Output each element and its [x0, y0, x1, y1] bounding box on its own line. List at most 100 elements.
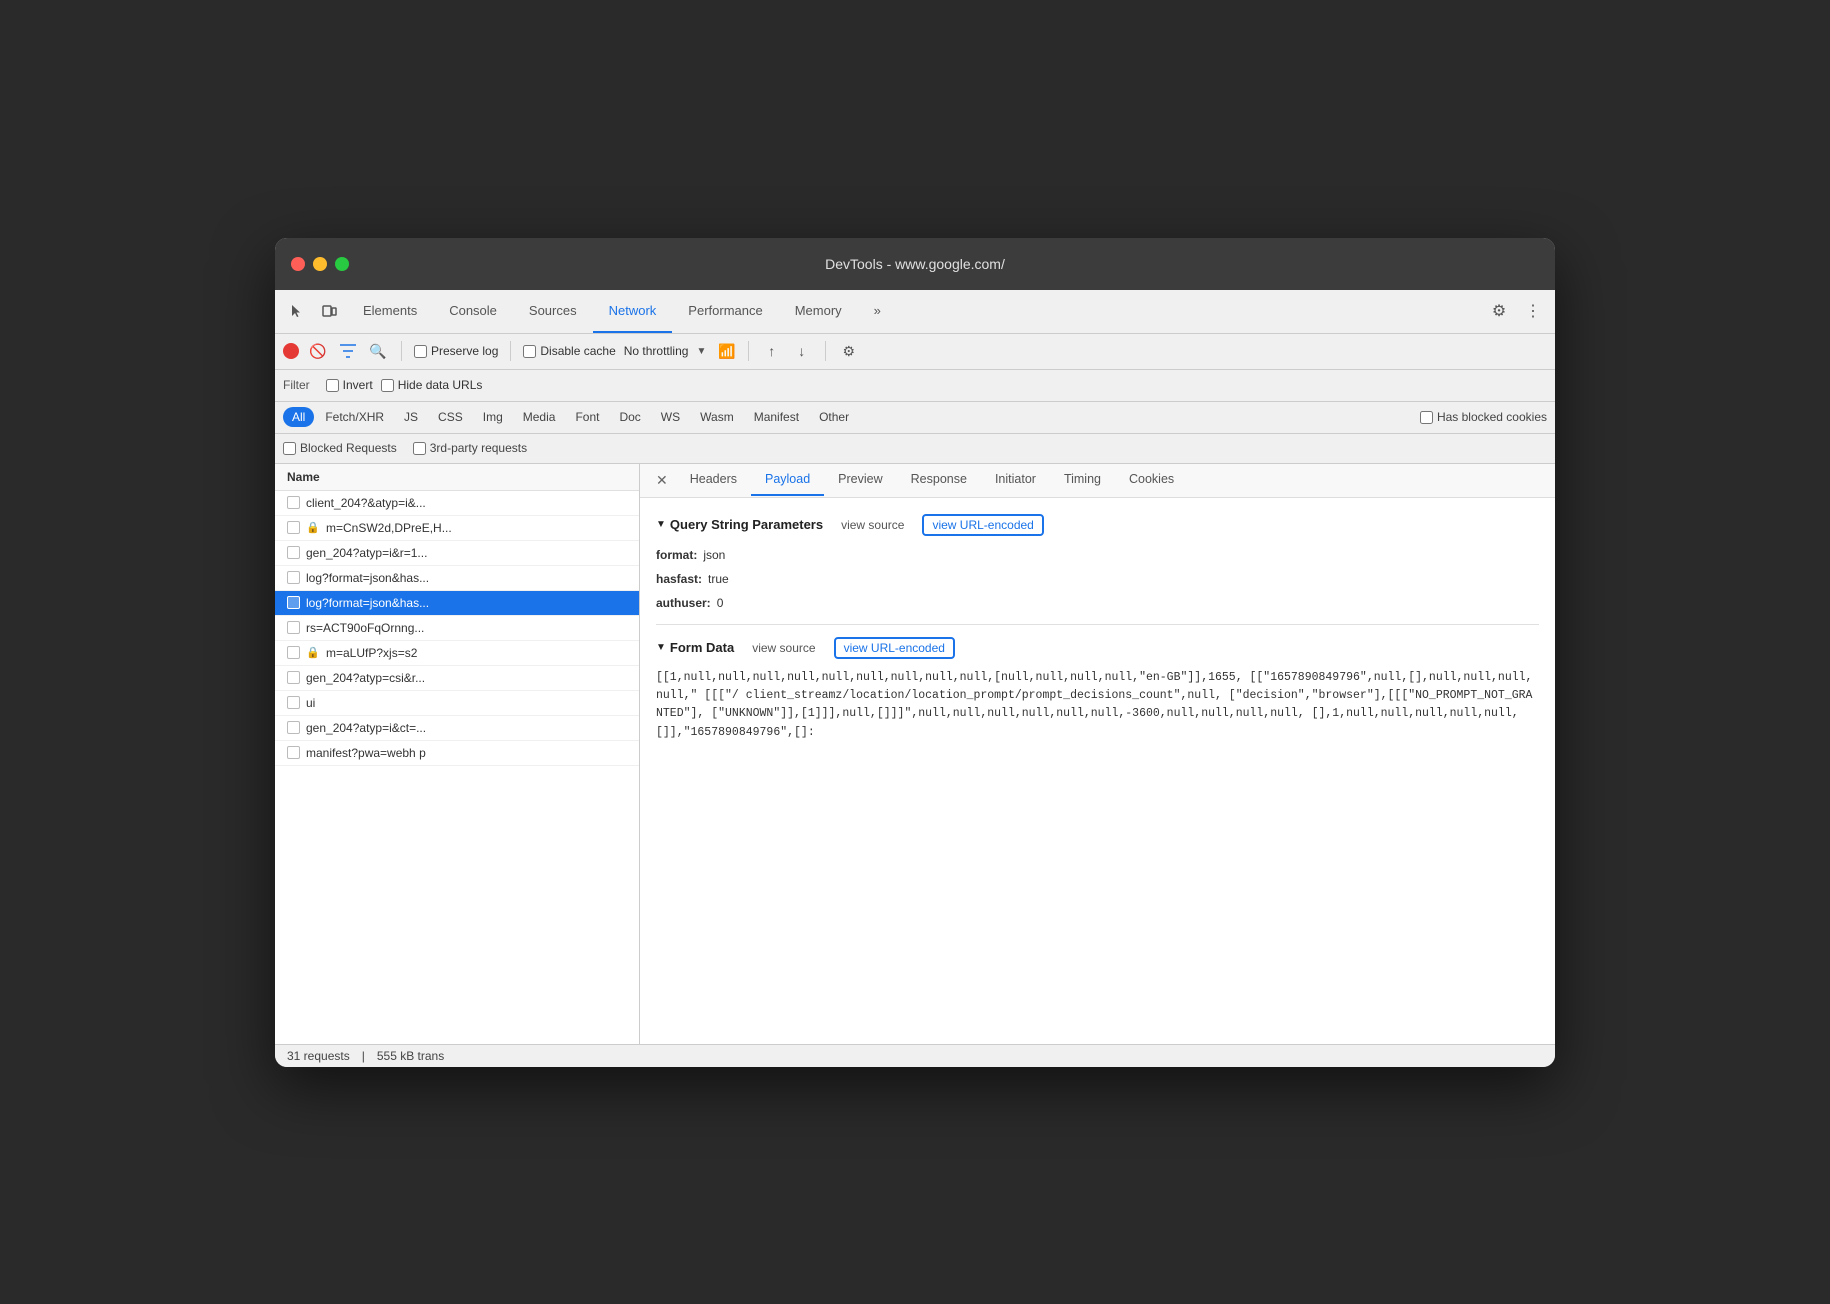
tab-console[interactable]: Console — [433, 289, 513, 333]
minimize-button[interactable] — [313, 257, 327, 271]
tab-elements[interactable]: Elements — [347, 289, 433, 333]
close-button[interactable] — [291, 257, 305, 271]
device-icon[interactable] — [315, 297, 343, 325]
item-checkbox[interactable] — [287, 621, 300, 634]
view-source-query[interactable]: view source — [835, 518, 910, 532]
item-checkbox[interactable] — [287, 671, 300, 684]
item-checkbox[interactable] — [287, 696, 300, 709]
list-item-selected[interactable]: log?format=json&has... — [275, 591, 639, 616]
third-party-checkbox[interactable] — [413, 442, 426, 455]
sep-pipe: | — [362, 1049, 365, 1063]
detail-content: ▼ Query String Parameters view source vi… — [640, 498, 1555, 1044]
tab-preview[interactable]: Preview — [824, 464, 896, 496]
filter-doc[interactable]: Doc — [610, 407, 649, 427]
preserve-log-group: Preserve log — [414, 344, 498, 358]
tab-bar: Elements Console Sources Network Perform… — [347, 289, 1481, 333]
search-icon[interactable]: 🔍 — [367, 340, 389, 362]
request-count: 31 requests — [287, 1049, 350, 1063]
item-checkbox[interactable] — [287, 496, 300, 509]
upload-icon[interactable]: ↑ — [761, 340, 783, 362]
tab-sources[interactable]: Sources — [513, 289, 593, 333]
item-checkbox[interactable] — [287, 721, 300, 734]
tab-more[interactable]: » — [858, 289, 897, 333]
tab-memory[interactable]: Memory — [779, 289, 858, 333]
list-item[interactable]: log?format=json&has... — [275, 566, 639, 591]
query-string-title: ▼ Query String Parameters — [656, 517, 823, 532]
item-checkbox[interactable] — [287, 571, 300, 584]
clear-icon[interactable]: 🚫 — [307, 340, 329, 362]
filter-media[interactable]: Media — [514, 407, 565, 427]
invert-label: Invert — [343, 378, 373, 392]
list-item[interactable]: 🔒 m=aLUfP?xjs=s2 — [275, 641, 639, 666]
blocked-requests-checkbox[interactable] — [283, 442, 296, 455]
form-data-section-header: ▼ Form Data view source view URL-encoded — [656, 637, 1539, 659]
tab-payload[interactable]: Payload — [751, 464, 824, 496]
query-string-section-header: ▼ Query String Parameters view source vi… — [656, 514, 1539, 536]
param-value-authuser: 0 — [717, 594, 724, 612]
form-data-title: ▼ Form Data — [656, 640, 734, 655]
traffic-lights — [291, 257, 349, 271]
filter-ws[interactable]: WS — [652, 407, 689, 427]
tab-headers[interactable]: Headers — [676, 464, 751, 496]
status-bar: 31 requests | 555 kB trans — [275, 1044, 1555, 1067]
filter-icon[interactable] — [337, 340, 359, 362]
param-value-hasfast: true — [708, 570, 729, 588]
disable-cache-label: Disable cache — [540, 344, 615, 358]
lock-icon: 🔒 — [306, 521, 320, 535]
param-key-hasfast: hasfast: — [656, 570, 702, 588]
file-name: ui — [306, 696, 315, 710]
filter-bar: Filter Invert Hide data URLs — [275, 370, 1555, 402]
disable-cache-checkbox[interactable] — [523, 345, 536, 358]
window-title: DevTools - www.google.com/ — [825, 256, 1005, 272]
preserve-log-checkbox[interactable] — [414, 345, 427, 358]
filter-wasm[interactable]: Wasm — [691, 407, 743, 427]
has-blocked-checkbox[interactable] — [1420, 411, 1433, 424]
list-item[interactable]: rs=ACT90oFqOrnng... — [275, 616, 639, 641]
tab-network[interactable]: Network — [593, 289, 673, 333]
tab-response[interactable]: Response — [897, 464, 981, 496]
view-url-encoded-form[interactable]: view URL-encoded — [834, 637, 955, 659]
invert-checkbox[interactable] — [326, 379, 339, 392]
maximize-button[interactable] — [335, 257, 349, 271]
list-item[interactable]: 🔒 m=CnSW2d,DPreE,H... — [275, 516, 639, 541]
list-item[interactable]: gen_204?atyp=i&ct=... — [275, 716, 639, 741]
item-checkbox[interactable] — [287, 521, 300, 534]
filter-label: Filter — [283, 378, 310, 392]
param-row: format: json — [656, 546, 1539, 564]
view-url-encoded-query[interactable]: view URL-encoded — [922, 514, 1043, 536]
list-item[interactable]: gen_204?atyp=csi&r... — [275, 666, 639, 691]
file-list: Name client_204?&atyp=i&... 🔒 m=CnSW2d,D… — [275, 464, 640, 1044]
item-checkbox[interactable] — [287, 546, 300, 559]
settings-icon[interactable]: ⚙ — [1485, 297, 1513, 325]
view-source-form[interactable]: view source — [746, 641, 821, 655]
throttle-arrow[interactable]: ▼ — [696, 346, 706, 357]
filter-img[interactable]: Img — [474, 407, 512, 427]
network-settings-icon[interactable]: ⚙ — [838, 340, 860, 362]
param-value-format: json — [703, 546, 725, 564]
filter-other[interactable]: Other — [810, 407, 858, 427]
list-item[interactable]: client_204?&atyp=i&... — [275, 491, 639, 516]
filter-all[interactable]: All — [283, 407, 314, 427]
list-item[interactable]: ui — [275, 691, 639, 716]
hide-data-urls-checkbox[interactable] — [381, 379, 394, 392]
filter-css[interactable]: CSS — [429, 407, 472, 427]
file-name: client_204?&atyp=i&... — [306, 496, 426, 510]
tab-timing[interactable]: Timing — [1050, 464, 1115, 496]
tab-cookies[interactable]: Cookies — [1115, 464, 1188, 496]
item-checkbox[interactable] — [287, 596, 300, 609]
record-button[interactable] — [283, 343, 299, 359]
filter-manifest[interactable]: Manifest — [745, 407, 808, 427]
cursor-icon[interactable] — [283, 297, 311, 325]
more-options-icon[interactable]: ⋮ — [1519, 297, 1547, 325]
list-item[interactable]: manifest?pwa=webh p — [275, 741, 639, 766]
list-item[interactable]: gen_204?atyp=i&r=1... — [275, 541, 639, 566]
item-checkbox[interactable] — [287, 746, 300, 759]
close-detail-button[interactable]: ✕ — [648, 464, 676, 497]
tab-initiator[interactable]: Initiator — [981, 464, 1050, 496]
download-icon[interactable]: ↓ — [791, 340, 813, 362]
filter-js[interactable]: JS — [395, 407, 427, 427]
item-checkbox[interactable] — [287, 646, 300, 659]
filter-fetch-xhr[interactable]: Fetch/XHR — [316, 407, 393, 427]
filter-font[interactable]: Font — [566, 407, 608, 427]
tab-performance[interactable]: Performance — [672, 289, 778, 333]
